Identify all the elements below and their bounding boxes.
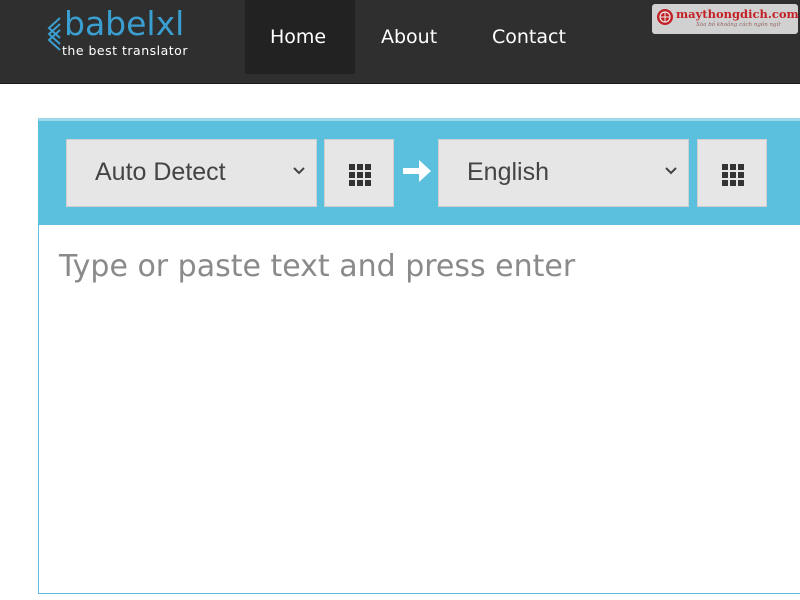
target-language-value: English bbox=[467, 158, 549, 186]
source-language-select[interactable]: Auto Detect bbox=[66, 139, 317, 207]
brand-name: babelxl bbox=[64, 4, 185, 43]
grid-icon bbox=[722, 164, 744, 186]
language-toolbar: Auto Detect English bbox=[39, 121, 800, 225]
logo-chevron-icon bbox=[47, 17, 61, 51]
watermark-badge: maythongdich.com Xóa bỏ khoảng cách ngôn… bbox=[652, 4, 799, 34]
chevron-down-icon bbox=[293, 167, 305, 175]
source-text-input[interactable] bbox=[39, 225, 800, 591]
target-keyboard-button[interactable] bbox=[697, 139, 767, 207]
top-navbar: babelxl the best translator Home About C… bbox=[0, 0, 800, 84]
translator-panel: Auto Detect English Type or paste text a… bbox=[38, 118, 800, 594]
nav-contact[interactable]: Contact bbox=[467, 0, 591, 74]
watermark-slogan: Xóa bỏ khoảng cách ngôn ngữ bbox=[696, 22, 781, 28]
source-language-value: Auto Detect bbox=[95, 158, 226, 186]
chevron-down-icon bbox=[665, 167, 677, 175]
nav-home[interactable]: Home bbox=[245, 0, 355, 74]
brand-logo[interactable]: babelxl the best translator bbox=[44, 4, 219, 66]
watermark-site: maythongdich.com bbox=[676, 7, 799, 21]
target-language-select[interactable]: English bbox=[438, 139, 689, 207]
nav-about[interactable]: About bbox=[356, 0, 462, 74]
source-keyboard-button[interactable] bbox=[324, 139, 394, 207]
brand-tagline: the best translator bbox=[62, 43, 188, 58]
grid-icon bbox=[349, 164, 371, 186]
arrow-right-icon bbox=[403, 160, 431, 182]
globe-icon bbox=[657, 9, 673, 25]
